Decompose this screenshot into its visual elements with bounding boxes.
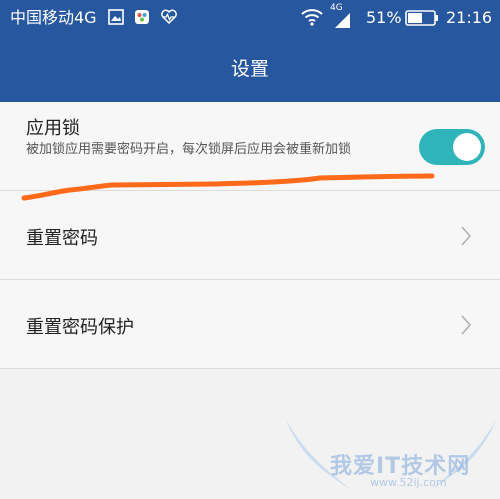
watermark-url: www.52ij.com bbox=[370, 476, 447, 489]
watermark: 我爱IT技术网 www.52ij.com bbox=[282, 418, 500, 499]
